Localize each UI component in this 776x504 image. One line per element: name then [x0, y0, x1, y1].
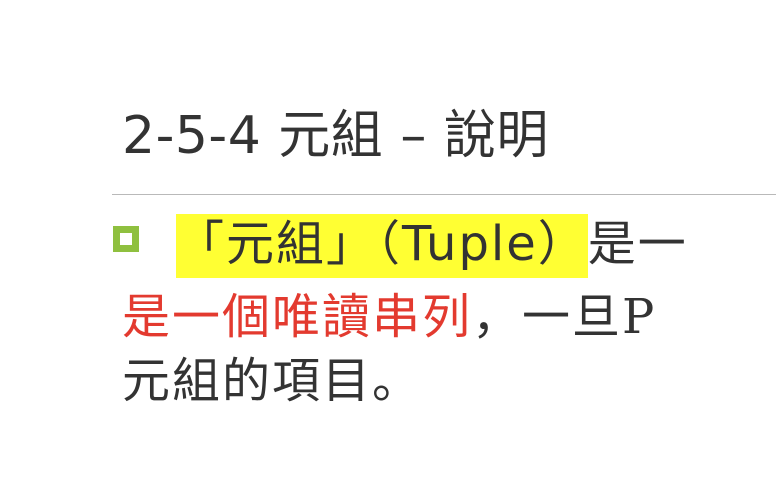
square-bullet-icon: [113, 226, 139, 252]
slide-title: 2-5-4 元組 – 說明: [122, 106, 549, 166]
emphasized-definition: 是一個唯讀串列: [122, 289, 473, 345]
bullet-text-line-3: 元組的項目。: [122, 353, 423, 409]
bullet-text-line-2: 是一個唯讀串列，一旦P: [122, 285, 656, 349]
line-2-continuation: ，一旦P: [472, 289, 657, 345]
slide: 2-5-4 元組 – 說明 「元組」（Tuple）是一 是一個唯讀串列，一旦P …: [0, 0, 776, 504]
highlighted-term: 「元組」（Tuple）: [176, 214, 588, 278]
bullet-text-line-1: 「元組」（Tuple）是一: [176, 212, 688, 278]
title-divider: [112, 194, 776, 195]
line-1-continuation: 是一: [587, 216, 688, 272]
